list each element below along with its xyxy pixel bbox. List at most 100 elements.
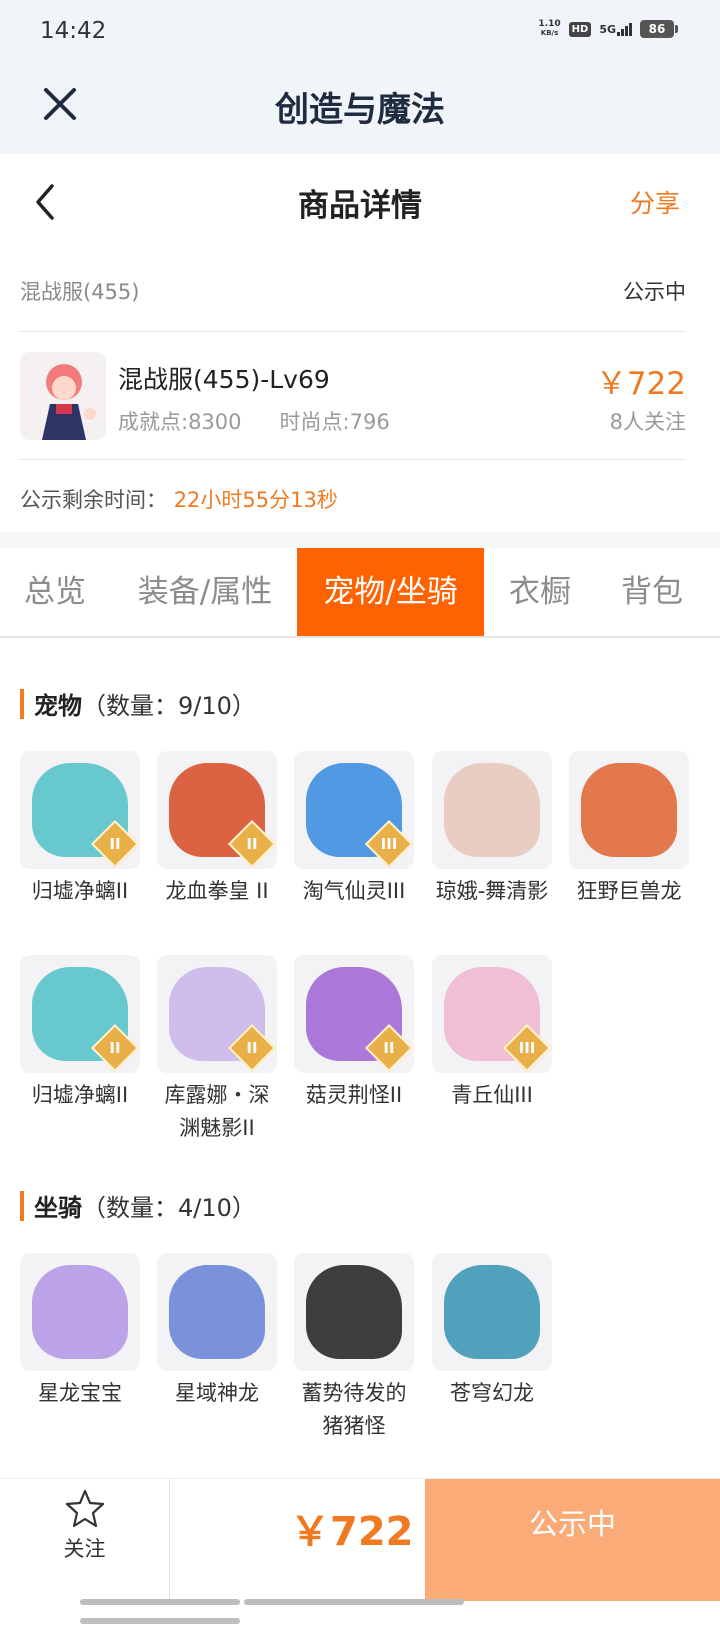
pet-image: II bbox=[20, 955, 140, 1073]
pet-name: 淘气仙灵III bbox=[302, 879, 406, 903]
pet-image: II bbox=[157, 955, 277, 1073]
bottom-bar: 关注 ￥722 公示中 bbox=[0, 1478, 720, 1601]
creature-illustration bbox=[306, 1265, 402, 1359]
tab-overview[interactable]: 总览 bbox=[0, 548, 110, 636]
tier-label: III bbox=[380, 835, 398, 853]
pet-card[interactable]: 狂野巨兽龙 bbox=[569, 751, 689, 908]
mounts-title: 坐骑 bbox=[34, 1194, 82, 1222]
network-speed: 1.10 KB/s bbox=[538, 20, 560, 38]
pets-section-title: 宠物 （数量：9/10） bbox=[20, 686, 256, 721]
tier-label: II bbox=[246, 835, 258, 853]
nav-bar: 商品详情 分享 bbox=[0, 154, 720, 254]
tier-label: II bbox=[109, 1039, 121, 1057]
network-type: 5G bbox=[599, 22, 616, 36]
pet-image bbox=[432, 751, 552, 869]
pet-name: 归墟净螭II bbox=[31, 879, 129, 903]
tier-label: II bbox=[109, 835, 121, 853]
character-avatar bbox=[20, 352, 106, 440]
mounts-count: （数量：4/10） bbox=[82, 1194, 256, 1222]
listing-price: ￥722 bbox=[595, 366, 686, 402]
creature-illustration bbox=[581, 763, 677, 857]
status-icons: 1.10 KB/s HD 5G 86 bbox=[538, 20, 678, 38]
mounts-section-title: 坐骑 （数量：4/10） bbox=[20, 1188, 256, 1223]
pets-title: 宠物 bbox=[34, 692, 82, 720]
mount-name: 星龙宝宝 bbox=[38, 1381, 122, 1405]
pet-image: III bbox=[294, 751, 414, 869]
mount-name: 苍穹幻龙 bbox=[450, 1381, 534, 1405]
tier-label: II bbox=[383, 1039, 395, 1057]
app-bar: 创造与魔法 bbox=[0, 66, 720, 154]
server-name: 混战服(455) bbox=[20, 280, 140, 304]
creature-illustration bbox=[444, 1265, 540, 1359]
creature-illustration bbox=[169, 1265, 265, 1359]
countdown-value: 22小时55分13秒 bbox=[173, 488, 338, 512]
pet-card[interactable]: 琼娥-舞清影 bbox=[432, 751, 552, 908]
follow-button[interactable]: 关注 bbox=[0, 1479, 170, 1601]
creature-illustration bbox=[444, 763, 540, 857]
pet-card[interactable]: II 归墟净螭II bbox=[20, 751, 140, 908]
pets-count: （数量：9/10） bbox=[82, 692, 256, 720]
pet-card[interactable]: III 淘气仙灵III bbox=[294, 751, 414, 908]
pet-name: 琼娥-舞清影 bbox=[435, 879, 549, 903]
status-time: 14:42 bbox=[40, 18, 107, 44]
listing-name: 混战服(455)-Lv69 bbox=[118, 365, 330, 394]
pet-card[interactable]: II 归墟净螭II bbox=[20, 955, 140, 1112]
pet-name: 青丘仙III bbox=[451, 1083, 533, 1107]
follow-label: 关注 bbox=[63, 1537, 106, 1561]
mount-image bbox=[20, 1253, 140, 1371]
app-title: 创造与魔法 bbox=[275, 90, 445, 130]
speed-value: 1.10 bbox=[538, 19, 561, 29]
mount-image bbox=[294, 1253, 414, 1371]
mount-name: 蓄势待发的猪猪怪 bbox=[301, 1381, 407, 1438]
mount-card[interactable]: 星龙宝宝 bbox=[20, 1253, 140, 1410]
fashion-points: 时尚点:796 bbox=[279, 410, 390, 434]
speed-unit: KB/s bbox=[540, 29, 559, 37]
pet-image: III bbox=[432, 955, 552, 1073]
battery-icon: 86 bbox=[640, 20, 678, 38]
tier-label: II bbox=[246, 1039, 258, 1057]
listing-summary[interactable]: 混战服(455)-Lv69 成就点:8300 时尚点:796 ￥722 8人关注 bbox=[20, 332, 686, 460]
pet-card[interactable]: II 库露娜・深渊魅影II bbox=[157, 955, 277, 1145]
mount-card[interactable]: 苍穹幻龙 bbox=[432, 1253, 552, 1410]
pet-name: 龙血拳皇 II bbox=[165, 879, 269, 903]
section-divider bbox=[0, 532, 720, 548]
pet-card[interactable]: II 龙血拳皇 II bbox=[157, 751, 277, 908]
pet-card[interactable]: II 菇灵荆怪II bbox=[294, 955, 414, 1112]
pet-name: 库露娜・深渊魅影II bbox=[164, 1083, 270, 1140]
pet-image: II bbox=[294, 955, 414, 1073]
pet-name: 狂野巨兽龙 bbox=[576, 879, 682, 903]
countdown-label: 公示剩余时间： bbox=[20, 488, 167, 512]
tab-equipment[interactable]: 装备/属性 bbox=[120, 548, 290, 636]
mount-card[interactable]: 星域神龙 bbox=[157, 1253, 277, 1410]
mount-card[interactable]: 蓄势待发的猪猪怪 bbox=[294, 1253, 414, 1443]
section-marker bbox=[20, 688, 24, 719]
creature-illustration bbox=[32, 1265, 128, 1359]
server-row: 混战服(455) 公示中 bbox=[20, 256, 686, 332]
pet-image bbox=[569, 751, 689, 869]
pet-name: 归墟净螭II bbox=[31, 1083, 129, 1107]
pet-image: II bbox=[20, 751, 140, 869]
tab-bar: 总览 装备/属性 宠物/坐骑 衣橱 背包 bbox=[0, 548, 720, 638]
hd-icon: HD bbox=[568, 21, 592, 37]
pet-name: 菇灵荆怪II bbox=[305, 1083, 403, 1107]
listing-metrics: 成就点:8300 时尚点:796 bbox=[118, 406, 390, 436]
achievement-points: 成就点:8300 bbox=[118, 410, 242, 434]
countdown: 公示剩余时间： 22小时55分13秒 bbox=[20, 484, 338, 514]
mount-image bbox=[157, 1253, 277, 1371]
tab-pets-mounts[interactable]: 宠物/坐骑 bbox=[297, 548, 484, 636]
signal-icon: 5G bbox=[599, 22, 632, 36]
star-icon bbox=[65, 1489, 104, 1528]
section-marker bbox=[20, 1190, 24, 1221]
tab-wardrobe[interactable]: 衣橱 bbox=[494, 548, 586, 636]
tab-backpack[interactable]: 背包 bbox=[606, 548, 698, 636]
home-indicator bbox=[80, 1590, 630, 1624]
status-bar: 14:42 1.10 KB/s HD 5G 86 bbox=[0, 0, 720, 66]
mount-image bbox=[432, 1253, 552, 1371]
pet-card[interactable]: III 青丘仙III bbox=[432, 955, 552, 1112]
public-status-button[interactable]: 公示中 bbox=[425, 1479, 720, 1601]
pet-image: II bbox=[157, 751, 277, 869]
mount-name: 星域神龙 bbox=[175, 1381, 259, 1405]
share-button[interactable]: 分享 bbox=[630, 184, 680, 220]
bottom-price: ￥722 bbox=[290, 1509, 414, 1555]
follower-count: 8人关注 bbox=[609, 410, 686, 434]
